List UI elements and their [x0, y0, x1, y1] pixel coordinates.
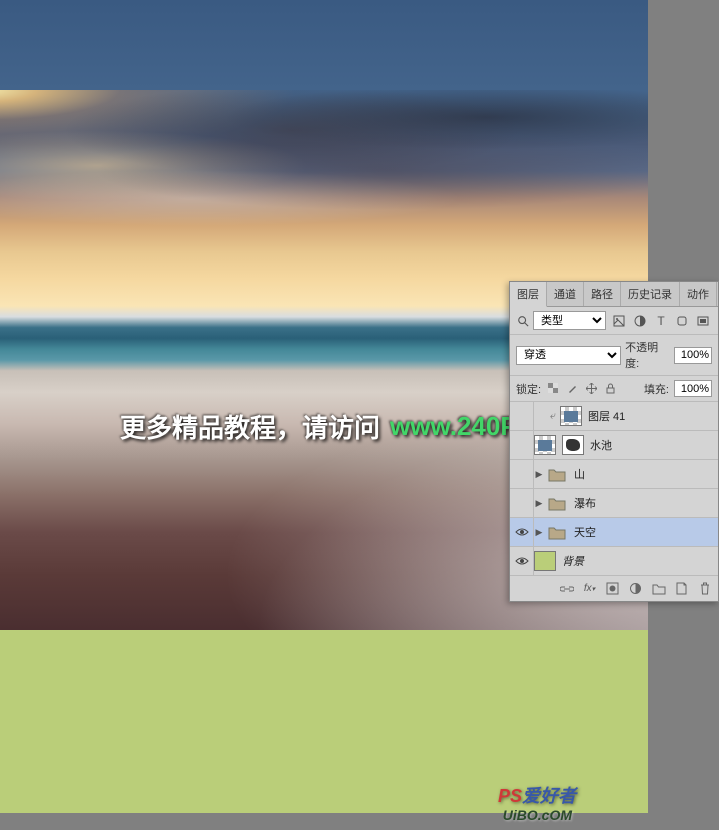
fx-icon[interactable]: fx▾: [582, 581, 597, 596]
lock-position-icon[interactable]: [584, 382, 598, 396]
visibility-toggle[interactable]: [510, 460, 534, 488]
layers-panel: 图层 通道 路径 历史记录 动作 类型 T 穿透 不透明度: 锁定:: [509, 281, 719, 602]
group-icon[interactable]: [651, 581, 666, 596]
visibility-toggle[interactable]: [510, 518, 534, 546]
visibility-toggle[interactable]: [510, 402, 534, 430]
layer-row[interactable]: 背景: [510, 547, 718, 576]
watermark-ps: PS: [498, 786, 522, 806]
blend-row: 穿透 不透明度:: [510, 335, 718, 376]
layer-mask-thumbnail[interactable]: [562, 435, 584, 455]
opacity-label: 不透明度:: [625, 339, 670, 371]
layer-row[interactable]: ▶ 天空: [510, 518, 718, 547]
layer-name[interactable]: 水池: [590, 437, 612, 453]
lock-row: 锁定: 填充:: [510, 376, 718, 402]
filter-smart-icon[interactable]: [696, 314, 710, 328]
visibility-toggle[interactable]: [510, 489, 534, 517]
lock-icons: [546, 382, 617, 396]
eye-icon: [515, 527, 529, 537]
group-icon[interactable]: [546, 522, 568, 542]
disclosure-triangle[interactable]: ▶: [534, 469, 544, 479]
panel-bottom-bar: fx▾: [510, 576, 718, 601]
layer-row[interactable]: ▶ 山: [510, 460, 718, 489]
lock-trans-icon[interactable]: [546, 382, 560, 396]
watermark-fans: 爱好者: [522, 786, 576, 806]
visibility-toggle[interactable]: [510, 431, 534, 459]
filter-row: 类型 T: [510, 307, 718, 335]
disclosure-triangle[interactable]: ▶: [534, 527, 544, 537]
group-icon[interactable]: [546, 493, 568, 513]
new-icon[interactable]: [674, 581, 689, 596]
watermark-corner: PS爱好者: [498, 782, 576, 808]
layer-row[interactable]: ⤶ 图层 41: [510, 402, 718, 431]
watermark-text-cn: 更多精品教程，请访问: [120, 408, 380, 445]
tab-paths[interactable]: 路径: [584, 282, 621, 306]
lock-all-icon[interactable]: [603, 382, 617, 396]
layer-thumbnail[interactable]: [534, 435, 556, 455]
filter-kind-select[interactable]: 类型: [533, 311, 606, 330]
eye-icon: [515, 556, 529, 566]
filter-shape-icon[interactable]: [675, 314, 689, 328]
filter-text-icon[interactable]: T: [654, 314, 668, 328]
adj-icon[interactable]: [628, 581, 643, 596]
link-icon[interactable]: [559, 581, 574, 596]
watermark-domain: UiBO.cOM: [503, 807, 572, 823]
layer-name[interactable]: 瀑布: [574, 495, 596, 511]
panel-tabs: 图层 通道 路径 历史记录 动作: [510, 282, 718, 307]
filter-type-icons: T: [610, 314, 712, 328]
clip-mask-indicator: ⤶: [548, 411, 558, 421]
tab-channels[interactable]: 通道: [547, 282, 584, 306]
filter-adjust-icon[interactable]: [633, 314, 647, 328]
layer-name[interactable]: 图层 41: [588, 408, 625, 424]
tab-layers[interactable]: 图层: [510, 282, 547, 307]
layer-name[interactable]: 背景: [562, 553, 584, 569]
layer-name[interactable]: 山: [574, 466, 585, 482]
lock-pixels-icon[interactable]: [565, 382, 579, 396]
layer-name[interactable]: 天空: [574, 524, 596, 540]
layer-row[interactable]: ▶ 瀑布: [510, 489, 718, 518]
layer-thumbnail[interactable]: [534, 551, 556, 571]
tab-history[interactable]: 历史记录: [621, 282, 680, 306]
opacity-input[interactable]: [674, 347, 712, 364]
tab-actions[interactable]: 动作: [680, 282, 717, 306]
lock-label: 锁定:: [516, 381, 541, 397]
layers-list: ⤶ 图层 41 水池 ▶ 山 ▶ 瀑布: [510, 402, 718, 576]
layer-row[interactable]: 水池: [510, 431, 718, 460]
fill-input[interactable]: [674, 380, 712, 397]
blend-mode-select[interactable]: 穿透: [516, 346, 621, 365]
search-icon: [516, 314, 529, 327]
layer-thumbnail[interactable]: [560, 406, 582, 426]
disclosure-triangle[interactable]: ▶: [534, 498, 544, 508]
mask-icon[interactable]: [605, 581, 620, 596]
group-icon[interactable]: [546, 464, 568, 484]
visibility-toggle[interactable]: [510, 547, 534, 575]
trash-icon[interactable]: [697, 581, 712, 596]
filter-image-icon[interactable]: [612, 314, 626, 328]
fill-label: 填充:: [644, 381, 669, 397]
